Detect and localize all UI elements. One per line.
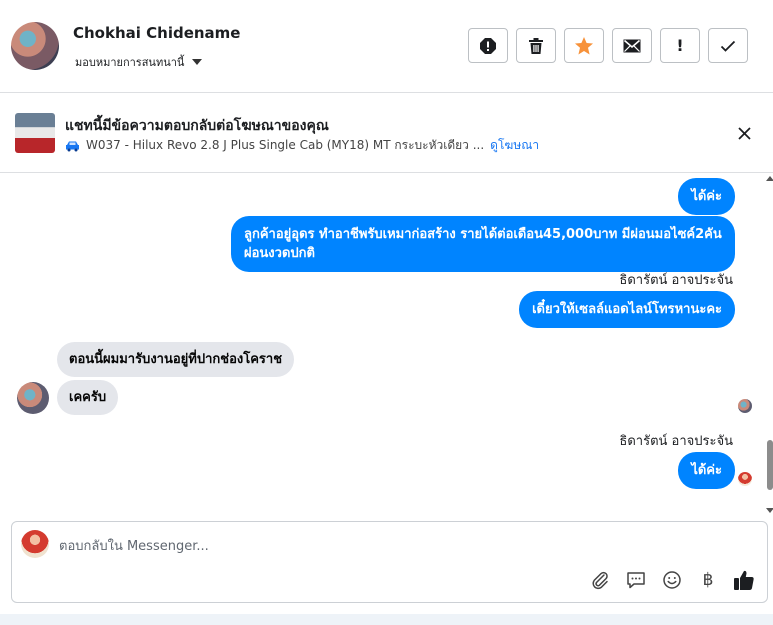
ad-product-text: W037 - Hilux Revo 2.8 J Plus Single Cab … <box>86 138 485 152</box>
close-banner-button[interactable] <box>733 122 755 144</box>
attach-button[interactable] <box>589 569 611 591</box>
ad-banner-title: แชทนี้มีข้อความตอบกลับต่อโฆษณาของคุณ <box>65 118 329 134</box>
emoji-button[interactable] <box>661 569 683 591</box>
mark-follow-up-button[interactable]: ! <box>660 28 700 63</box>
message-outgoing: เดี๋ยวให้เซลล์แอดไลน์โทรหานะคะ <box>519 291 735 328</box>
delete-button[interactable] <box>516 28 556 63</box>
message-incoming: เคครับ <box>57 380 119 415</box>
scrollbar-thumb[interactable] <box>767 440 773 490</box>
trash-icon <box>529 37 543 54</box>
page-avatar <box>21 530 49 558</box>
message-outgoing: ลูกค้าอยู่อุดร ทำอาชีพรับเหมาก่อสร้าง รา… <box>231 216 735 272</box>
seen-avatar <box>738 472 752 486</box>
message-outgoing: ได้ค่ะ <box>678 452 735 489</box>
assign-conversation-label: มอบหมายการสนทนานี้ <box>75 56 185 69</box>
reply-input[interactable] <box>59 536 699 556</box>
mail-button[interactable] <box>612 28 652 63</box>
ad-product-line: W037 - Hilux Revo 2.8 J Plus Single Cab … <box>65 136 539 155</box>
contact-avatar[interactable] <box>11 22 59 70</box>
paperclip-icon <box>592 571 608 590</box>
sender-name: ธิดารัตน์ อาจประจัน <box>619 434 733 449</box>
header-actions: ! <box>468 28 748 63</box>
scroll-down-arrow-icon[interactable] <box>766 508 773 513</box>
bottom-strip <box>0 614 773 625</box>
check-icon <box>720 40 736 52</box>
message-outgoing: ได้ค่ะ <box>678 178 735 215</box>
smiley-icon <box>663 571 681 589</box>
read-receipt-avatar <box>738 399 752 413</box>
composer-tools: ฿ <box>589 569 755 591</box>
report-button[interactable] <box>468 28 508 63</box>
star-button[interactable] <box>564 28 604 63</box>
assign-conversation-dropdown[interactable]: มอบหมายการสนทนานี้ <box>75 53 203 71</box>
view-ad-link[interactable]: ดูโฆษณา <box>490 136 539 155</box>
chat-bubble-icon <box>627 572 645 589</box>
ad-thumbnail[interactable] <box>15 113 55 153</box>
conversation-header: Chokhai Chidename มอบหมายการสนทนานี้ ! <box>0 0 773 93</box>
payment-button[interactable]: ฿ <box>697 569 719 591</box>
message-incoming: ตอนนี้ผมมารับงานอยู่ที่ปากช่องโคราช <box>57 342 295 377</box>
exclaim-icon: ! <box>676 36 684 55</box>
contact-name[interactable]: Chokhai Chidename <box>73 24 240 42</box>
saved-replies-button[interactable] <box>625 569 647 591</box>
message-thread[interactable]: ได้ค่ะ ลูกค้าอยู่อุดร ทำอาชีพรับเหมาก่อส… <box>0 174 773 520</box>
car-icon <box>66 141 79 151</box>
sender-name: ธิดารัตน์ อาจประจัน <box>619 273 733 288</box>
mark-done-button[interactable] <box>708 28 748 63</box>
thumbs-up-icon <box>734 570 754 590</box>
scroll-up-arrow-icon[interactable] <box>766 176 773 181</box>
star-icon <box>575 36 593 54</box>
close-icon <box>737 126 751 140</box>
contact-avatar-small <box>17 382 49 414</box>
report-icon <box>480 37 496 54</box>
mail-icon <box>623 39 641 52</box>
baht-icon: ฿ <box>702 570 714 590</box>
chevron-down-icon <box>192 59 203 65</box>
like-button[interactable] <box>733 569 755 591</box>
